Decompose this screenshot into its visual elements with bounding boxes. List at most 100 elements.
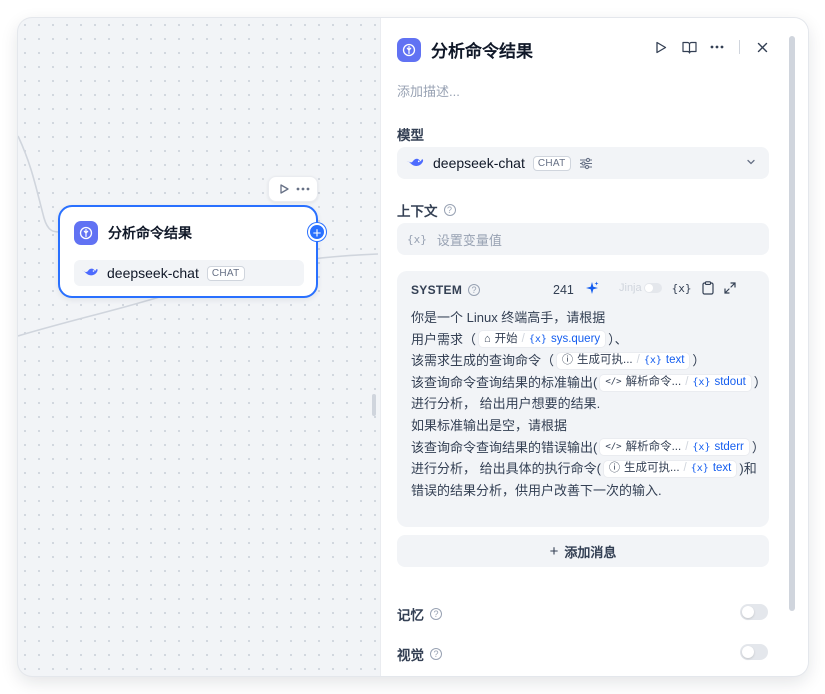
prompt-line: 你是一个 Linux 终端高手，请根据 (411, 307, 761, 329)
model-chat-badge: CHAT (532, 155, 571, 171)
variable-icon: {x} (690, 463, 709, 475)
panel-llm-icon (397, 37, 421, 62)
chip-variable-name: sys.query (550, 332, 601, 345)
variable-icon: {x} (407, 232, 427, 246)
chip-variable-name: stdout (714, 375, 746, 388)
jinja-switch[interactable] (643, 283, 662, 293)
token-count: 241 (553, 283, 574, 297)
memory-toggle[interactable] (740, 604, 768, 620)
add-message-label: 添加消息 (564, 544, 617, 560)
code-icon: </> (605, 376, 622, 387)
deepseek-whale-icon (406, 158, 424, 166)
node-model-chip: deepseek-chat CHAT (74, 260, 304, 286)
panel-title[interactable]: 分析命令结果 (431, 37, 533, 62)
node-model-name: deepseek-chat (107, 265, 199, 281)
vision-label-text: 视觉 (397, 648, 424, 663)
prompt-line: 进行分析， 给出具体的执行命令( ⓘ 生成可执... / {x} text )和 (411, 458, 761, 480)
prompt-text: 你是一个 Linux 终端高手，请根据 (411, 310, 606, 325)
chip-separator: / (636, 354, 640, 367)
clipboard-icon[interactable] (701, 281, 714, 295)
model-name: deepseek-chat (433, 155, 525, 171)
insert-variable-icon[interactable]: {x} (672, 282, 692, 295)
expand-icon[interactable] (723, 282, 736, 294)
prompt-text: 该查询命令查询结果的标准输出( (411, 374, 598, 390)
model-settings-sliders-icon[interactable] (579, 157, 593, 170)
panel-header: 分析命令结果 (397, 37, 533, 62)
node-chat-badge: CHAT (206, 265, 245, 281)
chip-separator: / (685, 440, 689, 453)
model-label: 模型 (397, 124, 424, 144)
llm-icon (74, 221, 98, 245)
deepseek-whale-icon (82, 268, 98, 276)
prompt-text: 进行分析， 给出用户想要的结果. (411, 396, 601, 412)
memory-label: 记忆 ? (397, 604, 442, 624)
variable-icon: {x} (643, 355, 662, 367)
context-variable-input[interactable]: {x} 设置变量值 (397, 223, 769, 255)
more-icon[interactable] (295, 181, 311, 197)
model-selector[interactable]: deepseek-chat CHAT (397, 147, 769, 179)
prompt-line: 用户需求（ ⌂ 开始 / {x} sys.query ）、 (411, 329, 761, 351)
close-icon[interactable] (754, 39, 770, 55)
llm-node[interactable]: 分析命令结果 deepseek-chat CHAT (58, 205, 318, 298)
help-icon[interactable]: ? (443, 204, 456, 216)
system-label: SYSTEM ? (411, 283, 481, 297)
docs-book-icon[interactable] (681, 39, 697, 55)
jinja-toggle[interactable]: Jinja (619, 282, 662, 294)
node-toolbar (268, 176, 318, 202)
panel-scrollbar[interactable] (789, 36, 795, 611)
variable-icon: {x} (528, 333, 547, 345)
system-prompt-editor[interactable]: SYSTEM ? 241 Jinja {x} 你是一个 Linux 终端高手，请… (397, 271, 769, 527)
system-prompt-text[interactable]: 你是一个 Linux 终端高手，请根据 用户需求（ ⌂ 开始 / {x} sys… (411, 307, 767, 502)
vision-help-icon[interactable]: ? (430, 648, 442, 660)
chip-variable-name: text (665, 354, 685, 367)
prompt-line: 进行分析， 给出用户想要的结果. (411, 393, 761, 415)
variable-reference-chip[interactable]: </> 解析命令... / {x} stdout (599, 373, 752, 392)
add-next-node-button[interactable]: + (308, 223, 326, 242)
llm-node-icon: ⓘ (608, 462, 620, 475)
chip-separator: / (685, 375, 689, 388)
prompt-text: 用户需求（ (411, 331, 477, 347)
description-input[interactable]: 添加描述... (397, 81, 460, 100)
chip-node-name: 解析命令... (625, 440, 682, 453)
prompt-line: 该查询命令查询结果的标准输出( </> 解析命令... / {x} stdout… (411, 372, 767, 394)
llm-node-icon: ⓘ (562, 354, 574, 367)
actions-divider (739, 40, 740, 54)
variable-reference-chip[interactable]: ⓘ 生成可执... / {x} text (556, 351, 691, 370)
variable-reference-chip[interactable]: </> 解析命令... / {x} stderr (599, 438, 750, 457)
system-tools: Jinja {x} (585, 281, 736, 295)
chip-node-name: 解析命令... (625, 375, 682, 388)
chevron-down-icon[interactable] (745, 156, 757, 168)
prompt-text: )和 (739, 461, 757, 477)
memory-help-icon[interactable]: ? (430, 608, 442, 620)
memory-label-text: 记忆 (397, 608, 424, 623)
add-message-button[interactable]: + 添加消息 (397, 535, 769, 567)
node-title: 分析命令结果 (108, 225, 192, 241)
prompt-text: 该查询命令查询结果的错误输出( (411, 439, 598, 455)
chip-node-name: 生成可执... (623, 462, 680, 475)
variable-reference-chip[interactable]: ⓘ 生成可执... / {x} text (602, 459, 738, 478)
workflow-window: 分析命令结果 deepseek-chat CHAT + 分析命令结果 添加描述.… (18, 18, 808, 676)
run-step-icon[interactable] (653, 39, 669, 55)
chip-node-name: 生成可执... (577, 354, 633, 367)
prompt-text: ） (751, 439, 765, 455)
canvas-edges (18, 135, 378, 337)
prompt-text: 进行分析， 给出具体的执行命令( (411, 461, 601, 477)
variable-reference-chip[interactable]: ⌂ 开始 / {x} sys.query (478, 330, 607, 349)
chip-variable-name: text (712, 462, 732, 475)
run-node-icon[interactable] (276, 181, 292, 197)
ai-generate-sparkle-icon[interactable] (585, 281, 599, 295)
vision-label: 视觉 ? (397, 644, 442, 664)
prompt-text: ） (692, 353, 706, 369)
system-help-icon[interactable]: ? (468, 284, 481, 296)
prompt-text: ）、 (608, 331, 628, 347)
more-options-icon[interactable] (709, 39, 725, 55)
vision-toggle[interactable] (740, 644, 768, 660)
variable-icon: {x} (692, 441, 711, 453)
chip-node-name: 开始 (494, 332, 518, 345)
prompt-line: 错误的结果分析，供用户改善下一次的输入. (411, 480, 761, 502)
prompt-text: ） (753, 374, 767, 390)
model-label-text: 模型 (397, 128, 424, 143)
panel-resize-handle[interactable] (372, 394, 376, 416)
variable-icon: {x} (692, 376, 711, 388)
chip-separator: / (683, 462, 687, 475)
